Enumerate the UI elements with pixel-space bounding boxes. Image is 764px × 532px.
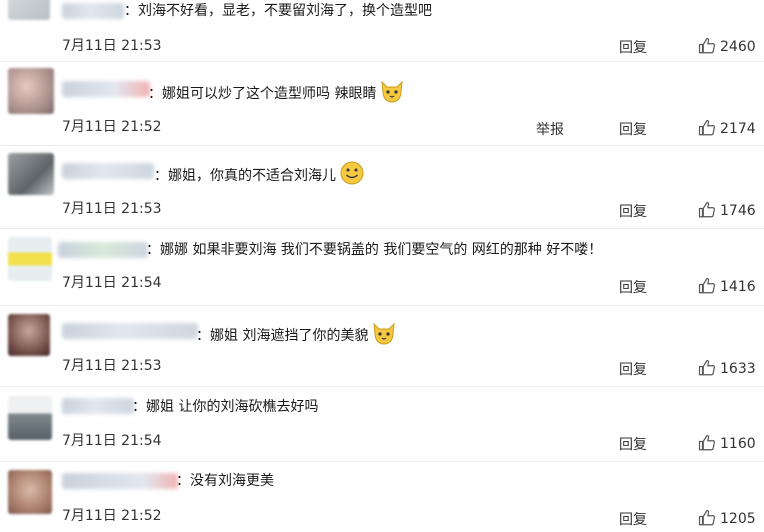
avatar[interactable] — [8, 314, 50, 356]
like-count: 2174 — [720, 121, 756, 137]
like-count: 1746 — [720, 203, 756, 219]
divider — [0, 145, 764, 146]
avatar[interactable] — [8, 237, 52, 281]
reply-button[interactable]: 回复 — [619, 509, 647, 529]
like-button[interactable]: 1205 — [698, 509, 756, 527]
thumbs-up-icon — [698, 359, 715, 376]
smile-emoji-icon — [339, 160, 365, 191]
username[interactable] — [58, 242, 148, 258]
thumbs-up-icon — [698, 434, 715, 451]
thumbs-up-icon — [698, 119, 715, 136]
comment-text: ：没有刘海更美 — [176, 473, 274, 489]
comment-time: 7月11日 21:53 — [62, 201, 162, 217]
divider — [0, 461, 764, 462]
username[interactable] — [62, 81, 150, 97]
comment-text: ：娜姐，你真的不适合刘海儿 — [154, 160, 365, 191]
cat-emoji-icon — [371, 320, 397, 351]
divider — [0, 228, 764, 229]
like-button[interactable]: 2460 — [698, 37, 756, 55]
avatar[interactable] — [8, 396, 52, 440]
like-button[interactable]: 2174 — [698, 119, 756, 137]
like-button[interactable]: 1746 — [698, 201, 756, 219]
divider — [0, 386, 764, 387]
comment-time: 7月11日 21:54 — [62, 275, 162, 291]
like-button[interactable]: 1633 — [698, 359, 756, 377]
reply-button[interactable]: 回复 — [619, 277, 647, 297]
cat-emoji-icon — [379, 78, 405, 109]
comment-time: 7月11日 21:54 — [62, 433, 162, 449]
thumbs-up-icon — [698, 201, 715, 218]
avatar[interactable] — [8, 0, 50, 20]
report-button[interactable]: 举报 — [536, 119, 564, 139]
comment-text: ：娜姐 刘海遮挡了你的美貌 — [196, 320, 397, 351]
username[interactable] — [62, 398, 134, 414]
username[interactable] — [62, 163, 154, 179]
like-count: 1205 — [720, 511, 756, 527]
comment-time: 7月11日 21:53 — [62, 38, 162, 54]
reply-button[interactable]: 回复 — [619, 434, 647, 454]
thumbs-up-icon — [698, 277, 715, 294]
thumbs-up-icon — [698, 509, 715, 526]
like-button[interactable]: 1416 — [698, 277, 756, 295]
like-button[interactable]: 1160 — [698, 434, 756, 452]
divider — [0, 305, 764, 306]
avatar[interactable] — [8, 68, 54, 114]
comment-time: 7月11日 21:52 — [62, 508, 162, 524]
username[interactable] — [62, 323, 198, 339]
comment-time: 7月11日 21:52 — [62, 119, 162, 135]
avatar[interactable] — [8, 153, 54, 195]
avatar[interactable] — [8, 470, 52, 514]
username[interactable] — [62, 3, 124, 19]
reply-button[interactable]: 回复 — [619, 201, 647, 221]
comment-time: 7月11日 21:53 — [62, 358, 162, 374]
like-count: 1160 — [720, 436, 756, 452]
comment-text: ：娜娜 如果非要刘海 我们不要锅盖的 我们要空气的 网红的那种 好不喽！ — [146, 242, 603, 258]
like-count: 1633 — [720, 361, 756, 377]
reply-button[interactable]: 回复 — [619, 359, 647, 379]
divider — [0, 61, 764, 62]
reply-button[interactable]: 回复 — [619, 119, 647, 139]
like-count: 2460 — [720, 39, 756, 55]
comment-text: ：娜姐可以炒了这个造型师吗 辣眼睛 — [148, 78, 405, 109]
username[interactable] — [62, 473, 178, 489]
comment-text: ：娜姐 让你的刘海砍樵去好吗 — [132, 399, 319, 415]
like-count: 1416 — [720, 279, 756, 295]
thumbs-up-icon — [698, 37, 715, 54]
reply-button[interactable]: 回复 — [619, 37, 647, 57]
comment-text: ：刘海不好看，显老，不要留刘海了，换个造型吧 — [124, 3, 432, 19]
